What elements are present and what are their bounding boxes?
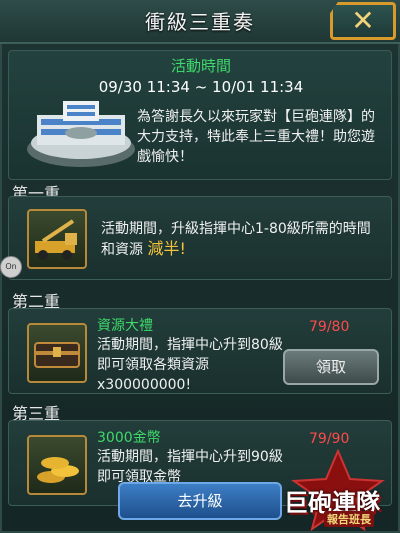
event-info-panel: 活動時間 09/30 11:34 ~ 10/01 11:34 為答謝長久以來玩家… bbox=[8, 50, 392, 180]
close-button[interactable]: ✕ bbox=[330, 2, 396, 40]
tier1-card: 活動期間，升級指揮中心1-80級所需的時間和資源 減半! bbox=[8, 196, 392, 280]
close-icon: ✕ bbox=[351, 4, 375, 37]
claim-button[interactable]: 領取 bbox=[283, 349, 379, 385]
tier1-highlight: 減半! bbox=[147, 239, 186, 258]
tier2-card: 資源大禮 活動期間，指揮中心升到80級即可領取各類資源x300000000! 7… bbox=[8, 308, 392, 394]
tier3-title: 3000金幣 bbox=[97, 430, 161, 446]
tier3-description: 活動期間，指揮中心升到90級即可領取金幣 bbox=[97, 449, 283, 485]
tier2-title: 資源大禮 bbox=[97, 318, 153, 334]
side-toggle-tab[interactable]: On bbox=[0, 256, 22, 278]
game-logo: 巨砲連隊 報告班長 bbox=[278, 448, 398, 532]
tier1-description-text: 活動期間，升級指揮中心1-80級所需的時間和資源 bbox=[101, 221, 371, 258]
command-center-icon bbox=[27, 101, 135, 167]
crane-truck-icon bbox=[27, 209, 87, 269]
tier3-progress: 79/90 bbox=[309, 431, 350, 447]
tier2-progress: 79/80 bbox=[309, 319, 350, 335]
gold-coins-icon bbox=[27, 435, 87, 495]
event-time-label: 活動時間 bbox=[170, 57, 231, 75]
event-description: 為答謝長久以來玩家對【巨砲連隊】的大力支持，特此奉上三重大禮！助您遊戲愉快！ bbox=[137, 109, 375, 165]
tier2-description: 活動期間，指揮中心升到80級即可領取各類資源x300000000! bbox=[97, 337, 283, 393]
upgrade-button[interactable]: 去升級 bbox=[118, 482, 282, 520]
title-bar: 衝級三重奏 ✕ bbox=[0, 0, 400, 44]
tier1-description: 活動期間，升級指揮中心1-80級所需的時間和資源 減半! bbox=[101, 219, 381, 260]
logo-sub-text: 報告班長 bbox=[324, 511, 374, 527]
resource-crate-icon bbox=[27, 323, 87, 383]
